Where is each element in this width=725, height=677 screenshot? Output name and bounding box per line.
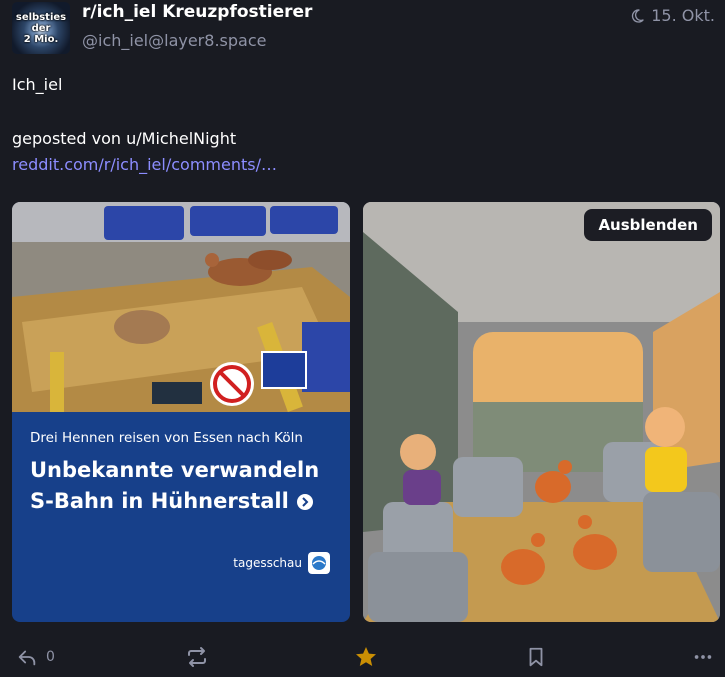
avatar-text-line: der	[31, 22, 51, 34]
chevron-right-icon	[297, 494, 314, 510]
moon-icon	[632, 8, 644, 23]
reply-button[interactable]: 0	[16, 640, 55, 674]
more-horizontal-icon	[694, 655, 712, 659]
account-handle[interactable]: @ich_iel@layer8.space	[82, 31, 266, 50]
news-headline: Unbekannte verwandeln	[30, 458, 320, 482]
bus-cartoon	[363, 202, 720, 622]
reply-count: 0	[46, 649, 55, 665]
brand-tagesschau: tagesschau	[233, 552, 330, 574]
reply-icon	[18, 650, 36, 666]
tagesschau-logo-icon	[308, 552, 330, 574]
train-photo	[12, 202, 350, 412]
post-text-author: geposted von u/MichelNight	[12, 129, 237, 148]
avatar[interactable]: selbsties der 2 Mio.	[12, 2, 70, 54]
star-icon	[356, 647, 376, 666]
post-timestamp[interactable]: 15. Okt.	[629, 6, 715, 25]
bookmark-icon	[529, 647, 543, 667]
favourite-button[interactable]	[354, 640, 378, 674]
brand-label: tagesschau	[233, 556, 302, 570]
bookmark-button[interactable]	[525, 640, 547, 674]
avatar-text-line: selbsties	[15, 11, 67, 23]
post-link[interactable]: reddit.com/r/ich_iel/comments/…	[12, 155, 277, 174]
avatar-text-line: 2 Mio.	[23, 33, 59, 45]
post-text-title: Ich_iel	[12, 75, 63, 94]
media-gallery: Drei Hennen reisen von Essen nach Köln U…	[12, 202, 720, 622]
display-name[interactable]: r/ich_iel Kreuzpfostierer	[82, 2, 312, 22]
more-options-button[interactable]	[692, 640, 714, 674]
hide-media-button[interactable]: Ausblenden	[584, 209, 712, 241]
news-headline-continued: S-Bahn in Hühnerstall	[30, 489, 314, 513]
timestamp-text: 15. Okt.	[651, 6, 715, 25]
boost-icon	[188, 647, 206, 667]
media-image-news[interactable]: Drei Hennen reisen von Essen nach Köln U…	[12, 202, 350, 622]
post-action-bar: 0	[0, 640, 725, 676]
news-headline-text: S-Bahn in Hühnerstall	[30, 489, 289, 513]
news-subtitle: Drei Hennen reisen von Essen nach Köln	[30, 430, 303, 446]
media-image-cartoon[interactable]: Ausblenden	[363, 202, 720, 622]
boost-button[interactable]	[185, 640, 209, 674]
